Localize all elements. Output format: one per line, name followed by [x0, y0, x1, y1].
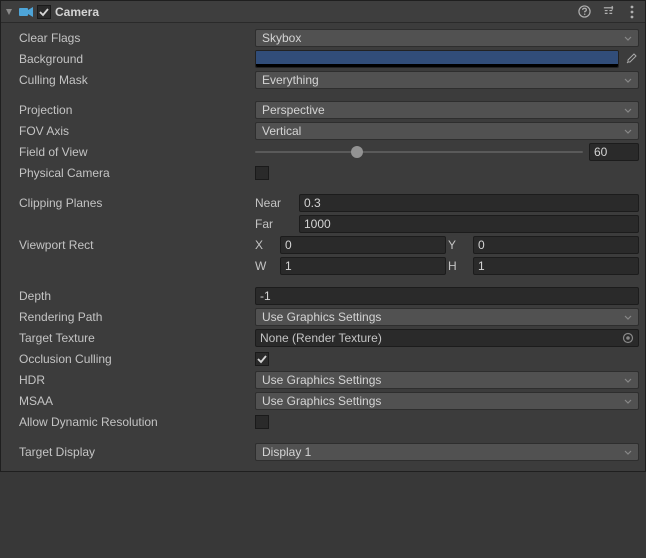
background-color-field[interactable]	[255, 50, 619, 68]
target-texture-label: Target Texture	[7, 331, 255, 345]
fov-axis-label: FOV Axis	[7, 124, 255, 138]
foldout-toggle[interactable]	[3, 6, 15, 18]
fov-axis-dropdown[interactable]: Vertical	[255, 122, 639, 140]
background-alpha-bar	[256, 64, 618, 67]
h-label: H	[448, 259, 470, 273]
occlusion-culling-checkbox[interactable]	[255, 352, 269, 366]
object-picker-icon[interactable]	[620, 331, 636, 345]
chevron-down-icon	[624, 310, 632, 324]
msaa-value: Use Graphics Settings	[262, 394, 381, 408]
w-label: W	[255, 259, 277, 273]
background-label: Background	[7, 52, 255, 66]
viewport-h-input[interactable]	[473, 257, 639, 275]
target-texture-value: None (Render Texture)	[260, 331, 382, 345]
camera-icon	[18, 4, 34, 20]
clear-flags-value: Skybox	[262, 31, 301, 45]
x-label: X	[255, 238, 277, 252]
fov-input[interactable]	[589, 143, 639, 161]
hdr-value: Use Graphics Settings	[262, 373, 381, 387]
rendering-path-value: Use Graphics Settings	[262, 310, 381, 324]
clear-flags-dropdown[interactable]: Skybox	[255, 29, 639, 47]
far-label: Far	[255, 217, 297, 231]
clipping-planes-label: Clipping Planes	[7, 196, 255, 210]
menu-icon[interactable]	[625, 5, 639, 19]
projection-value: Perspective	[262, 103, 325, 117]
clear-flags-label: Clear Flags	[7, 31, 255, 45]
chevron-down-icon	[624, 445, 632, 459]
msaa-label: MSAA	[7, 394, 255, 408]
eyedropper-icon[interactable]	[623, 51, 639, 67]
allow-dyn-res-checkbox[interactable]	[255, 415, 269, 429]
target-display-label: Target Display	[7, 445, 255, 459]
chevron-down-icon	[624, 124, 632, 138]
culling-mask-value: Everything	[262, 73, 319, 87]
fov-slider[interactable]	[255, 143, 583, 161]
physical-camera-label: Physical Camera	[7, 166, 255, 180]
target-texture-field[interactable]: None (Render Texture)	[255, 329, 639, 347]
viewport-rect-label: Viewport Rect	[7, 238, 255, 252]
culling-mask-label: Culling Mask	[7, 73, 255, 87]
component-header: Camera	[1, 1, 645, 23]
far-input[interactable]	[299, 215, 639, 233]
projection-label: Projection	[7, 103, 255, 117]
component-body: Clear Flags Skybox Background	[1, 23, 645, 471]
fov-label: Field of View	[7, 145, 255, 159]
fov-axis-value: Vertical	[262, 124, 301, 138]
help-icon[interactable]	[577, 5, 591, 19]
rendering-path-dropdown[interactable]: Use Graphics Settings	[255, 308, 639, 326]
near-input[interactable]	[299, 194, 639, 212]
msaa-dropdown[interactable]: Use Graphics Settings	[255, 392, 639, 410]
culling-mask-dropdown[interactable]: Everything	[255, 71, 639, 89]
slider-track	[255, 151, 583, 153]
preset-icon[interactable]	[601, 5, 615, 19]
rendering-path-label: Rendering Path	[7, 310, 255, 324]
target-display-value: Display 1	[262, 445, 311, 459]
near-label: Near	[255, 196, 297, 210]
chevron-down-icon	[624, 31, 632, 45]
projection-dropdown[interactable]: Perspective	[255, 101, 639, 119]
allow-dyn-res-label: Allow Dynamic Resolution	[7, 415, 255, 429]
physical-camera-checkbox[interactable]	[255, 166, 269, 180]
chevron-down-icon	[624, 73, 632, 87]
depth-input[interactable]	[255, 287, 639, 305]
chevron-down-icon	[624, 373, 632, 387]
depth-label: Depth	[7, 289, 255, 303]
component-enable-checkbox[interactable]	[37, 5, 51, 19]
chevron-down-icon	[624, 103, 632, 117]
occlusion-culling-label: Occlusion Culling	[7, 352, 255, 366]
hdr-dropdown[interactable]: Use Graphics Settings	[255, 371, 639, 389]
background-color-swatch	[256, 51, 618, 64]
viewport-x-input[interactable]	[280, 236, 446, 254]
viewport-w-input[interactable]	[280, 257, 446, 275]
hdr-label: HDR	[7, 373, 255, 387]
chevron-down-icon	[624, 394, 632, 408]
y-label: Y	[448, 238, 470, 252]
viewport-y-input[interactable]	[473, 236, 639, 254]
target-display-dropdown[interactable]: Display 1	[255, 443, 639, 461]
slider-thumb[interactable]	[351, 146, 363, 158]
component-title: Camera	[55, 5, 577, 19]
camera-component: Camera Clear Flags Skybox Backgr	[0, 0, 646, 472]
